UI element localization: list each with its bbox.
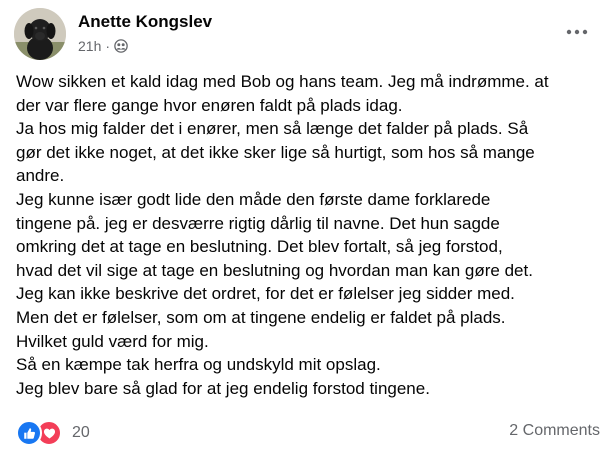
- post-text-line: andre.: [16, 166, 65, 186]
- more-options-icon: [566, 29, 588, 35]
- post-meta: 21h ·: [78, 38, 128, 54]
- meta-separator: ·: [105, 38, 111, 54]
- post-text-line: Hvilket guld værd for mig.: [16, 331, 209, 351]
- author-avatar[interactable]: [14, 8, 66, 60]
- like-icon: [16, 420, 42, 446]
- post-text-line: Men det er følelser, som om at tingene e…: [16, 307, 506, 327]
- more-options-button[interactable]: [560, 18, 594, 46]
- post-text-line: Jeg kan ikke beskrive det ordret, for de…: [16, 284, 515, 304]
- facebook-post: Anette Kongslev 21h · Wow sikken et kald…: [0, 0, 615, 453]
- post-text-line: gør det ikke noget, at det ikke sker lig…: [16, 142, 535, 162]
- puppy-avatar-image: [14, 8, 66, 60]
- post-body: Wow sikken et kald idag med Bob og hans …: [16, 70, 608, 400]
- reaction-count: 20: [72, 424, 90, 441]
- post-text-line: Wow sikken et kald idag med Bob og hans …: [16, 72, 549, 91]
- comments-count-link[interactable]: 2 Comments: [509, 422, 600, 440]
- post-text-line: tingene på. jeg er desværre rigtig dårli…: [16, 213, 500, 233]
- post-text-line: Jeg blev bare så glad for at jeg endelig…: [16, 378, 430, 398]
- post-timestamp[interactable]: 21h: [78, 38, 101, 54]
- post-text-line: hvad det vil sige at tage en beslutning …: [16, 260, 533, 280]
- post-text-line: der var flere gange hvor enøren faldt på…: [16, 95, 403, 115]
- post-text-line: omkring det at tage en beslutning. Det b…: [16, 237, 503, 257]
- post-text-line: Ja hos mig falder det i enører, men så l…: [16, 119, 529, 139]
- friends-icon[interactable]: [114, 39, 128, 53]
- post-text-line: Jeg kunne især godt lide den måde den fø…: [16, 189, 491, 209]
- post-text-line: Så en kæmpe tak herfra og undskyld mit o…: [16, 355, 381, 375]
- author-name[interactable]: Anette Kongslev: [78, 12, 212, 32]
- reactions-summary[interactable]: 20: [16, 420, 90, 446]
